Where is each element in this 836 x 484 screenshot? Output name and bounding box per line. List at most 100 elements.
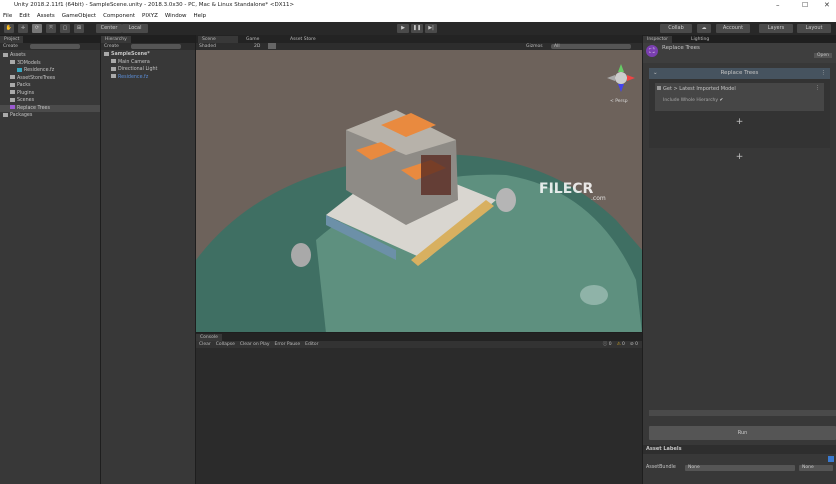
tab-inspector[interactable]: Inspector bbox=[643, 36, 672, 43]
menu-window[interactable]: Window bbox=[165, 11, 187, 22]
layout-dropdown[interactable]: Layout bbox=[797, 24, 831, 33]
transform-tool-icon[interactable]: ⊞ bbox=[74, 24, 84, 33]
folder-icon bbox=[3, 112, 8, 117]
assetbundle-label: AssetBundle bbox=[646, 465, 676, 470]
toolbar: ✋ ✛ ⟳ ⤧ ▢ ⊞ Center Local ▶ ❚❚ ▶| Collab … bbox=[0, 22, 836, 35]
error-toggle[interactable]: ⊘ 0 bbox=[630, 341, 642, 348]
play-button[interactable]: ▶ bbox=[397, 24, 409, 33]
window-title: Unity 2018.2.11f1 (64bit) - SampleScene.… bbox=[14, 2, 295, 8]
hierarchy-item-label: Main Camera bbox=[118, 59, 150, 65]
add-action-button[interactable]: + bbox=[643, 152, 836, 162]
clear-on-play-button[interactable]: Clear on Play bbox=[240, 341, 270, 348]
scene-view[interactable]: Scene Game Asset Store Shaded 2D Gizmos … bbox=[196, 35, 642, 332]
project-item[interactable]: Packs bbox=[0, 82, 100, 90]
step-menu-icon[interactable]: ⋮ bbox=[815, 85, 820, 91]
scene-search-input[interactable]: All bbox=[551, 44, 631, 49]
project-item[interactable]: Scenes bbox=[0, 97, 100, 105]
project-item[interactable]: Packages bbox=[0, 112, 100, 120]
tab-scene[interactable]: Scene bbox=[198, 36, 238, 43]
hierarchy-item[interactable]: Residence.fz bbox=[101, 74, 195, 82]
menu-file[interactable]: File bbox=[3, 11, 12, 22]
project-item[interactable]: Plugins bbox=[0, 90, 100, 98]
step-button[interactable]: ▶| bbox=[425, 24, 437, 33]
collapse-button[interactable]: Collapse bbox=[216, 341, 235, 348]
warning-toggle[interactable]: ⚠ 0 bbox=[617, 341, 625, 348]
menu-gameobject[interactable]: GameObject bbox=[62, 11, 96, 22]
hierarchy-item[interactable]: Main Camera bbox=[101, 59, 195, 67]
tree-placeholder bbox=[496, 188, 516, 212]
info-toggle[interactable]: ⓘ 0 bbox=[603, 341, 612, 348]
minimize-button[interactable]: – bbox=[776, 0, 780, 11]
run-button[interactable]: Run bbox=[649, 426, 836, 440]
folder-icon bbox=[10, 75, 15, 79]
tab-project[interactable]: Project bbox=[0, 36, 24, 43]
hierarchy-item[interactable]: SampleScene* bbox=[101, 51, 195, 59]
collab-dropdown[interactable]: Collab bbox=[660, 24, 692, 33]
hierarchy-create-button[interactable]: Create bbox=[104, 44, 119, 49]
menu-help[interactable]: Help bbox=[194, 11, 207, 22]
hierarchy-item-label: Directional Light bbox=[118, 67, 158, 72]
svg-text:.com: .com bbox=[591, 195, 606, 202]
assetbundle-dropdown[interactable]: None bbox=[685, 465, 795, 471]
cloud-icon[interactable]: ☁ bbox=[697, 24, 711, 33]
menu-edit[interactable]: Edit bbox=[19, 11, 30, 22]
layers-dropdown[interactable]: Layers bbox=[759, 24, 793, 33]
tab-lighting[interactable]: Lighting bbox=[687, 36, 713, 43]
hierarchy-item[interactable]: Directional Light bbox=[101, 66, 195, 74]
label-icon[interactable] bbox=[828, 456, 834, 462]
maximize-button[interactable]: ☐ bbox=[802, 0, 808, 11]
2d-toggle[interactable]: 2D bbox=[254, 43, 260, 50]
inspector-panel: Inspector Lighting ⛶ Replace Trees Open … bbox=[643, 35, 836, 484]
account-dropdown[interactable]: Account bbox=[716, 24, 750, 33]
project-item-label: AssetStoreTrees bbox=[17, 75, 56, 81]
scene-viewport[interactable]: FILECR .com < Persp bbox=[196, 50, 642, 332]
rotate-tool-icon[interactable]: ⟳ bbox=[32, 24, 42, 33]
progress-bar bbox=[649, 410, 836, 416]
hand-tool-icon[interactable]: ✋ bbox=[4, 24, 14, 33]
hierarchy-search-input[interactable] bbox=[131, 44, 181, 49]
pivot-toggle[interactable]: Center bbox=[96, 24, 122, 33]
open-button[interactable]: Open bbox=[813, 53, 832, 58]
error-pause-button[interactable]: Error Pause bbox=[275, 341, 301, 348]
space-toggle[interactable]: Local bbox=[122, 24, 148, 33]
rect-tool-icon[interactable]: ▢ bbox=[60, 24, 70, 33]
project-item-label: Scenes bbox=[17, 98, 35, 103]
lighting-toggle[interactable] bbox=[268, 43, 276, 49]
project-item[interactable]: AssetStoreTrees bbox=[0, 75, 100, 83]
tab-console[interactable]: Console bbox=[196, 334, 222, 341]
create-button[interactable]: Create bbox=[3, 44, 18, 49]
clear-button[interactable]: Clear bbox=[199, 341, 211, 348]
project-search-input[interactable] bbox=[30, 44, 80, 49]
menu-bar: File Edit Assets GameObject Component PI… bbox=[0, 11, 836, 22]
menu-component[interactable]: Component bbox=[103, 11, 135, 22]
more-icon[interactable]: ⋮ bbox=[821, 68, 827, 79]
move-tool-icon[interactable]: ✛ bbox=[18, 24, 28, 33]
console-panel: Console Clear Collapse Clear on Play Err… bbox=[196, 333, 642, 484]
add-step-button[interactable]: + bbox=[649, 117, 830, 127]
project-item[interactable]: 3DModels bbox=[0, 60, 100, 68]
gameobject-icon bbox=[111, 66, 116, 71]
folder-icon bbox=[10, 97, 15, 102]
pause-button[interactable]: ❚❚ bbox=[411, 24, 423, 33]
menu-assets[interactable]: Assets bbox=[37, 11, 55, 22]
replace-trees-header[interactable]: ⌄ Replace Trees ⋮ bbox=[649, 68, 830, 79]
tab-asset-store[interactable]: Asset Store bbox=[286, 36, 320, 43]
menu-pixyz[interactable]: PIXYZ bbox=[142, 11, 158, 22]
editor-dropdown[interactable]: Editor bbox=[305, 341, 318, 348]
chevron-down-icon[interactable]: ⌄ bbox=[653, 68, 658, 79]
include-hierarchy-checkbox[interactable]: ✔ bbox=[720, 98, 724, 103]
scale-tool-icon[interactable]: ⤧ bbox=[46, 24, 56, 33]
shading-dropdown[interactable]: Shaded bbox=[199, 44, 216, 49]
tab-hierarchy[interactable]: Hierarchy bbox=[101, 36, 131, 43]
persp-label[interactable]: < Persp bbox=[610, 98, 628, 104]
tab-game[interactable]: Game bbox=[242, 36, 263, 43]
project-item[interactable]: Assets bbox=[0, 52, 100, 60]
variant-dropdown[interactable]: None bbox=[799, 465, 833, 471]
project-item-label: Packs bbox=[17, 83, 31, 88]
project-item[interactable]: Residence.fz bbox=[0, 67, 100, 75]
step-checkbox[interactable] bbox=[657, 86, 661, 90]
project-item-label: Packages bbox=[10, 113, 33, 118]
project-item[interactable]: Replace Trees bbox=[0, 104, 100, 112]
close-button[interactable]: ✕ bbox=[824, 0, 830, 11]
gizmos-dropdown[interactable]: Gizmos bbox=[526, 43, 543, 50]
